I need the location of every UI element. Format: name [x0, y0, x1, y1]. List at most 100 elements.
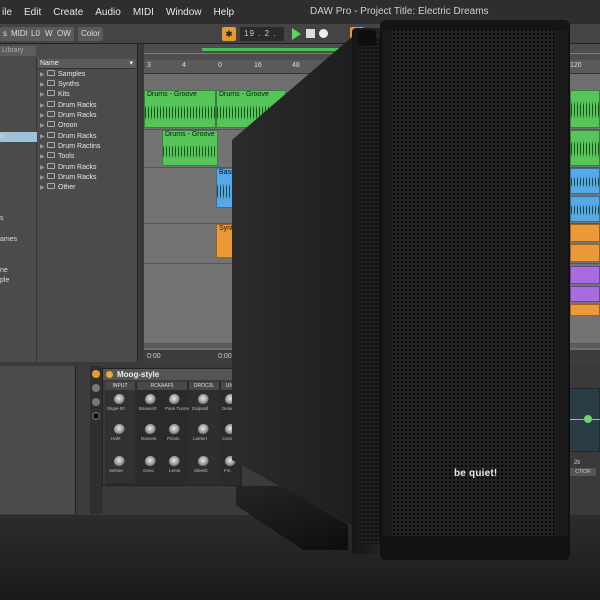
- midi-clip[interactable]: [570, 266, 600, 284]
- knob[interactable]: [198, 394, 209, 405]
- knob[interactable]: [114, 394, 125, 405]
- clip-waveform: [163, 140, 217, 163]
- folder-item[interactable]: ▶ Drum Racks: [40, 132, 97, 142]
- folder-label: Samples: [58, 71, 86, 78]
- place-item[interactable]: s: [0, 214, 37, 224]
- stop-icon[interactable]: [306, 29, 315, 38]
- expand-arrow-icon: ▶: [40, 123, 45, 129]
- section-header: INPUT: [105, 382, 135, 390]
- eq-device-panel: 2k CTIOR: [566, 366, 600, 514]
- eq-display[interactable]: [568, 388, 600, 452]
- folder-item[interactable]: ▶ Kits: [40, 90, 70, 100]
- place-item[interactable]: ames: [0, 235, 37, 245]
- folder-item[interactable]: ▶ Drum Racks: [40, 101, 97, 111]
- menu-help[interactable]: Help: [214, 7, 235, 18]
- position-display[interactable]: 19 . 2 . 3: [240, 27, 284, 52]
- folder-label: Drum Ractins: [58, 143, 101, 150]
- place-item[interactable]: ne: [0, 266, 37, 276]
- menu-create[interactable]: Create: [53, 7, 83, 18]
- menu-midi[interactable]: MIDI: [133, 7, 154, 18]
- synth-device: Moog-style INPUT Slupe 00 Haht Selnse RC…: [102, 368, 243, 486]
- library-search[interactable]: Library: [0, 46, 36, 56]
- folder-item[interactable]: ▶ Drum Racks: [40, 163, 97, 173]
- ruler-mark: 120: [570, 62, 582, 69]
- drive-section: DROC3L Dalpastl Laetert Sleedz: [189, 382, 219, 483]
- midi-clip[interactable]: [570, 286, 600, 302]
- device-title-bar[interactable]: Moog-style: [103, 369, 243, 380]
- folder-icon: [47, 121, 55, 128]
- knob[interactable]: [145, 394, 156, 405]
- knob[interactable]: [145, 456, 156, 467]
- knob[interactable]: [198, 456, 209, 467]
- device-save-icon[interactable]: [92, 412, 100, 420]
- knob-label: Pizato: [167, 436, 180, 441]
- clip-waveform: [571, 201, 599, 219]
- input-section: INPUT Slupe 00 Haht Selnse: [105, 382, 135, 483]
- audio-clip[interactable]: [570, 196, 600, 222]
- eq-frequency-label: 2k: [574, 460, 581, 466]
- device-hotswap-icon[interactable]: [92, 398, 100, 406]
- time-label: 0:00: [147, 353, 161, 360]
- knob[interactable]: [114, 424, 125, 435]
- audio-clip[interactable]: Drums - Groove: [162, 130, 218, 166]
- knob[interactable]: [114, 456, 125, 467]
- folder-label: Tools: [58, 153, 75, 160]
- expand-arrow-icon: ▶: [40, 134, 45, 140]
- clip-detail-panel[interactable]: [0, 366, 76, 514]
- case-bottom-trim: [380, 536, 570, 560]
- eq-mode-button[interactable]: CTIOR: [570, 468, 596, 476]
- folder-item[interactable]: ▶ Drum Racks: [40, 111, 97, 121]
- ruler-mark: 0: [218, 62, 222, 69]
- clip-title: Synt: [219, 225, 234, 232]
- expand-arrow-icon: ▶: [40, 82, 45, 88]
- name-column-header[interactable]: Name ▾: [38, 59, 136, 69]
- midi-clip[interactable]: [570, 224, 600, 242]
- toolbar-button-color[interactable]: Color: [78, 27, 104, 41]
- knob[interactable]: [198, 424, 209, 435]
- eq-band-handle[interactable]: [584, 415, 592, 423]
- folder-item[interactable]: ▶ Tools: [40, 152, 74, 162]
- toolbar-button-ow[interactable]: OW: [54, 27, 74, 41]
- folder-item[interactable]: ▶ Drum Ractins: [40, 142, 100, 152]
- expand-arrow-icon: ▶: [40, 72, 45, 78]
- clip-title: Drums - Groove: [219, 91, 269, 98]
- menu-audio[interactable]: Audio: [95, 7, 121, 18]
- record-icon[interactable]: [319, 29, 328, 38]
- midi-clip[interactable]: [570, 304, 600, 316]
- audio-clip[interactable]: [570, 130, 600, 166]
- place-item[interactable]: s: [0, 132, 37, 142]
- filter-section: RCKAAF5 Basesri0 Pase Tuone Dasomt Pizat…: [137, 382, 189, 483]
- knob[interactable]: [145, 424, 156, 435]
- audio-clip[interactable]: [570, 168, 600, 194]
- power-icon[interactable]: [106, 371, 113, 378]
- knob[interactable]: [169, 456, 180, 467]
- device-power-icon[interactable]: [92, 370, 100, 378]
- folder-item[interactable]: ▶ Drum Racks: [40, 173, 97, 183]
- folder-label: Kits: [58, 91, 70, 98]
- audio-clip[interactable]: [570, 90, 600, 128]
- audio-clip[interactable]: Drums - Groove: [144, 90, 216, 128]
- folder-label: Synths: [58, 81, 80, 88]
- device-fold-icon[interactable]: [92, 384, 100, 392]
- case-edge-mesh: [358, 38, 380, 544]
- play-icon[interactable]: [292, 28, 301, 40]
- folder-item[interactable]: ▶ Oroon: [40, 121, 77, 131]
- folder-icon: [47, 90, 55, 97]
- case-io-panel: [358, 30, 376, 46]
- folder-item[interactable]: ▶ Other: [40, 183, 76, 193]
- expand-arrow-icon: ▶: [40, 113, 45, 119]
- metronome-icon[interactable]: ✱: [222, 27, 236, 41]
- folder-label: Drum Racks: [58, 164, 97, 171]
- menu-file[interactable]: ile: [2, 7, 12, 18]
- menu-edit[interactable]: Edit: [24, 7, 41, 18]
- midi-clip[interactable]: [570, 244, 600, 262]
- folder-item[interactable]: ▶ Synths: [40, 80, 79, 90]
- knob[interactable]: [169, 394, 180, 405]
- folder-item[interactable]: ▶ Samples: [40, 70, 85, 80]
- expand-arrow-icon: ▶: [40, 185, 45, 191]
- knob[interactable]: [169, 424, 180, 435]
- place-item[interactable]: ple: [0, 276, 37, 286]
- toolbar-button-l0[interactable]: L0: [28, 27, 43, 41]
- browser-panel: Library s s ames ne ple Name ▾ ▶ Samples ▶…: [0, 44, 138, 362]
- menu-window[interactable]: Window: [166, 7, 202, 18]
